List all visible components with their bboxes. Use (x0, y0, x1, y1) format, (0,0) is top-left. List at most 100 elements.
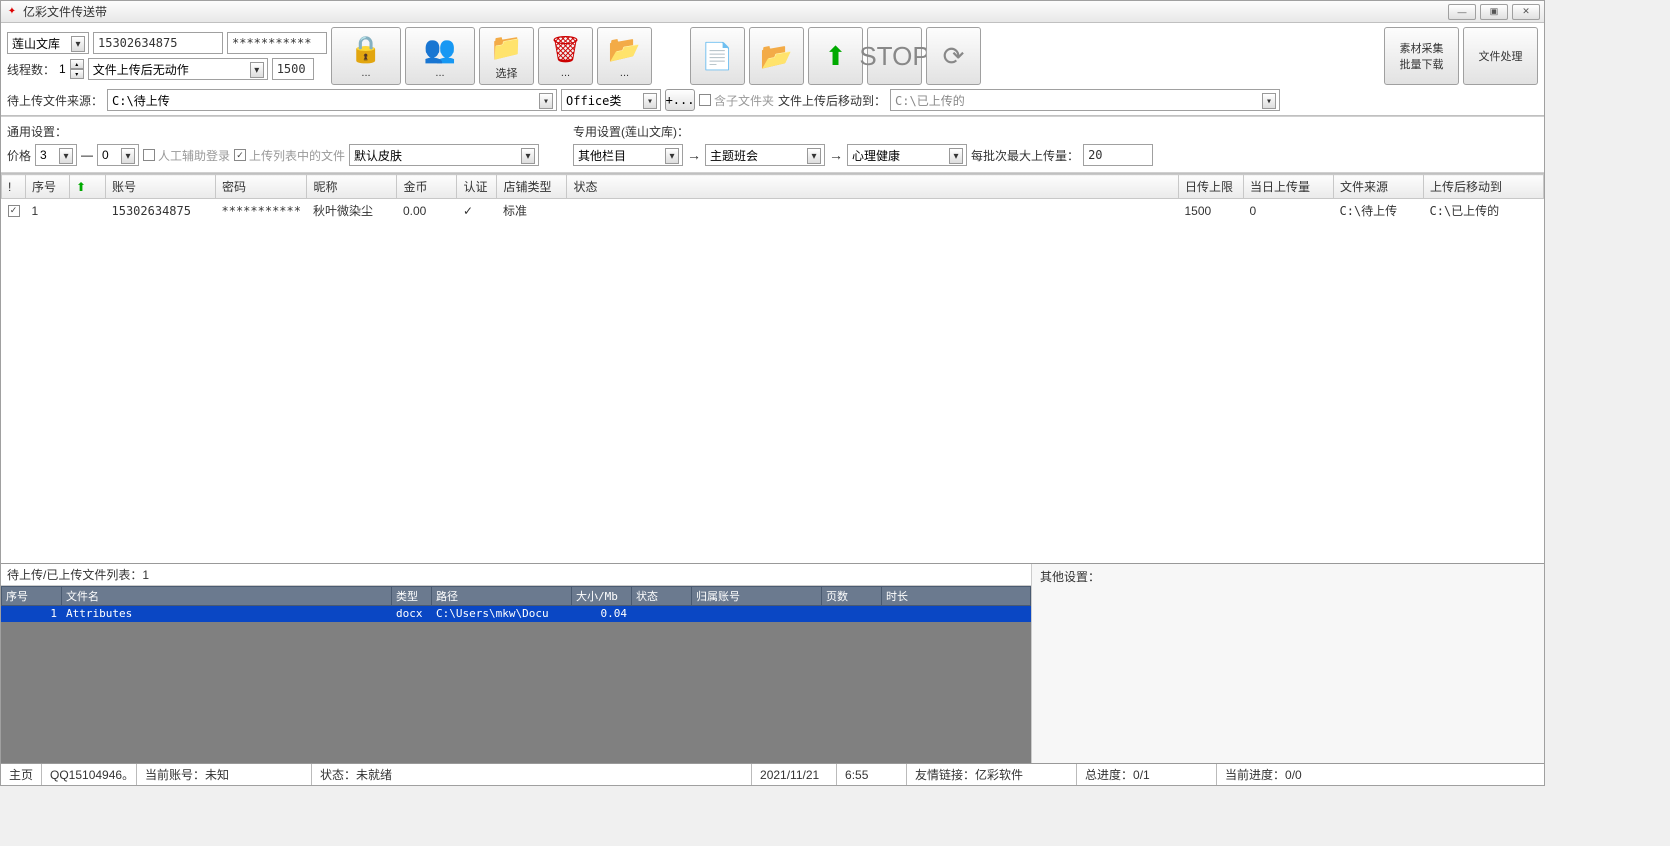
fl-col-type[interactable]: 类型 (392, 587, 432, 606)
app-icon: ✦ (5, 5, 19, 19)
status-links[interactable]: 友情链接：亿彩软件 (907, 764, 1077, 785)
source-label: 待上传文件来源： (7, 92, 103, 109)
row-shoptype: 标准 (497, 199, 567, 223)
filelist-row[interactable]: 1 Attributes docx C:\Users\mkw\Docu 0.04 (2, 606, 1031, 622)
subfolder-label: 含子文件夹 (714, 92, 774, 109)
moveto-label: 文件上传后移动到： (778, 92, 886, 109)
upload-button[interactable]: ⬆ (808, 27, 863, 85)
open-folder-icon: 📂 (760, 41, 792, 72)
status-state: 状态：未就绪 (312, 764, 752, 785)
cat1-select[interactable]: 其他栏目 (573, 144, 683, 166)
fl-col-name[interactable]: 文件名 (62, 587, 392, 606)
price-to-select[interactable]: 0 (97, 144, 139, 166)
fl-col-pages[interactable]: 页数 (822, 587, 882, 606)
row-status (567, 199, 1179, 223)
manual-login-check[interactable]: 人工辅助登录 (143, 147, 230, 164)
price-from-select[interactable]: 3 (35, 144, 77, 166)
cat2-select[interactable]: 主题班会 (705, 144, 825, 166)
status-total: 总进度：0/1 (1077, 764, 1217, 785)
statusbar: 主页 QQ15104946。 当前账号：未知 状态：未就绪 2021/11/21… (1, 763, 1544, 785)
library-select[interactable]: 莲山文库 (7, 32, 89, 54)
fl-size: 0.04 (572, 606, 632, 622)
users-button[interactable]: 👥... (405, 27, 475, 85)
row-uploaded: 0 (1244, 199, 1334, 223)
row-daylimit: 1500 (1179, 199, 1244, 223)
col-icon[interactable]: ⬆ (70, 175, 106, 199)
other-settings-label: 其他设置： (1040, 570, 1100, 584)
close-button[interactable]: ✕ (1512, 4, 1540, 20)
bottom-panel: 待上传/已上传文件列表：1 序号 文件名 类型 路径 大小/Mb 状态 归属账号… (1, 563, 1544, 763)
app-title: 亿彩文件传送带 (23, 3, 1448, 20)
batch-input[interactable]: 20 (1083, 144, 1153, 166)
col-bang[interactable]: ! (2, 175, 26, 199)
minimize-button[interactable]: — (1448, 4, 1476, 20)
add-type-button[interactable]: +... (665, 89, 695, 111)
document-icon: 📄 (701, 41, 733, 72)
fl-col-status[interactable]: 状态 (632, 587, 692, 606)
doc-button[interactable]: 📄 (690, 27, 745, 85)
row-nick: 秋叶微染尘 (307, 199, 397, 223)
fl-seq: 1 (2, 606, 62, 622)
col-gold[interactable]: 金币 (397, 175, 457, 199)
row-check[interactable]: ✓ (8, 205, 20, 217)
stop-button[interactable]: STOP (867, 27, 922, 85)
col-account[interactable]: 账号 (106, 175, 216, 199)
fl-path: C:\Users\mkw\Docu (432, 606, 572, 622)
table-header: ! 序号 ⬆ 账号 密码 昵称 金币 认证 店铺类型 状态 日传上限 当日上传量… (2, 175, 1544, 199)
batch-label: 每批次最大上传量： (971, 147, 1079, 164)
material-button[interactable]: 素材采集 批量下载 (1384, 27, 1459, 85)
thread-label: 线程数： (7, 61, 55, 78)
fileproc-button[interactable]: 文件处理 (1463, 27, 1538, 85)
fl-name: Attributes (62, 606, 392, 622)
row-account: 15302634875 (106, 199, 216, 223)
col-nick[interactable]: 昵称 (307, 175, 397, 199)
refresh-button[interactable]: ⟳ (926, 27, 981, 85)
col-password[interactable]: 密码 (216, 175, 307, 199)
fl-type: docx (392, 606, 432, 622)
file-type-select[interactable]: Office类 (561, 89, 661, 111)
col-seq[interactable]: 序号 (26, 175, 70, 199)
folder-icon: 📁 (490, 32, 522, 63)
delete-button[interactable]: 🗑... (538, 27, 593, 85)
fl-col-seq[interactable]: 序号 (2, 587, 62, 606)
titlebar: ✦ 亿彩文件传送带 — ▣ ✕ (1, 1, 1544, 23)
password-input[interactable]: *********** (227, 32, 327, 54)
num-input[interactable]: 1500 (272, 58, 314, 80)
col-daylimit[interactable]: 日传上限 (1179, 175, 1244, 199)
toolbar: 莲山文库 15302634875 *********** 线程数： 1 ▴▾ 文… (1, 23, 1544, 116)
folder2-button[interactable]: 📂... (597, 27, 652, 85)
thread-value: 1 (59, 62, 66, 76)
status-home[interactable]: 主页 (1, 764, 42, 785)
open-button[interactable]: 📂 (749, 27, 804, 85)
moveto-path-select[interactable]: C:\已上传的 (890, 89, 1280, 111)
special-settings-label: 专用设置(莲山文库)： (573, 123, 1153, 140)
common-settings-label: 通用设置： (7, 123, 539, 140)
cat3-select[interactable]: 心理健康 (847, 144, 967, 166)
fl-col-size[interactable]: 大小/Mb (572, 587, 632, 606)
select-folder-button[interactable]: 📁选择 (479, 27, 534, 85)
price-label: 价格 (7, 147, 31, 164)
row-gold: 0.00 (397, 199, 457, 223)
subfolder-check[interactable]: 含子文件夹 (699, 92, 774, 109)
upload-col-icon: ⬆ (76, 180, 86, 194)
app-window: ✦ 亿彩文件传送带 — ▣ ✕ 莲山文库 15302634875 *******… (0, 0, 1545, 786)
trash-icon: 🗑 (549, 34, 582, 65)
skin-select[interactable]: 默认皮肤 (349, 144, 539, 166)
col-auth[interactable]: 认证 (457, 175, 497, 199)
col-uploaded[interactable]: 当日上传量 (1244, 175, 1334, 199)
col-status[interactable]: 状态 (567, 175, 1179, 199)
fl-col-duration[interactable]: 时长 (882, 587, 1031, 606)
login-lock-button[interactable]: 🔒... (331, 27, 401, 85)
upload-list-check[interactable]: ✓上传列表中的文件 (234, 147, 345, 164)
fl-col-owner[interactable]: 归属账号 (692, 587, 822, 606)
source-path-select[interactable]: C:\待上传 (107, 89, 557, 111)
maximize-button[interactable]: ▣ (1480, 4, 1508, 20)
table-row[interactable]: ✓ 1 15302634875 *********** 秋叶微染尘 0.00 ✓… (2, 199, 1544, 223)
thread-spinner[interactable]: ▴▾ (70, 59, 84, 79)
col-shop[interactable]: 店铺类型 (497, 175, 567, 199)
account-input[interactable]: 15302634875 (93, 32, 223, 54)
fl-col-path[interactable]: 路径 (432, 587, 572, 606)
col-src[interactable]: 文件来源 (1334, 175, 1424, 199)
col-dst[interactable]: 上传后移动到 (1424, 175, 1544, 199)
after-upload-select[interactable]: 文件上传后无动作 (88, 58, 268, 80)
